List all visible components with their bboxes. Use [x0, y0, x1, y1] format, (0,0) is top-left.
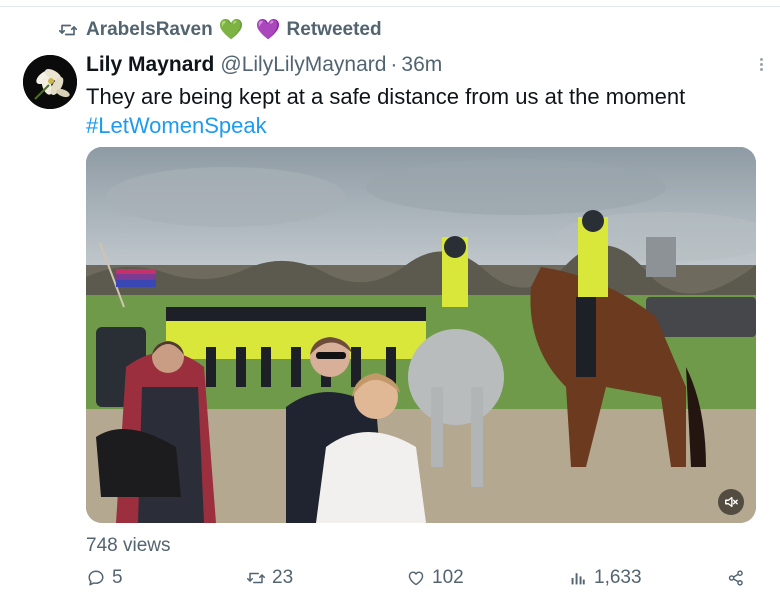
reply-button[interactable]: 5	[86, 566, 123, 590]
retweeted-label: Retweeted	[286, 19, 382, 40]
retweet-icon	[246, 568, 266, 588]
more-options-icon[interactable]	[752, 54, 770, 74]
tweet-video[interactable]	[86, 147, 756, 523]
heart-icon	[406, 568, 426, 588]
author-display-name[interactable]: Lily Maynard	[86, 53, 214, 77]
view-count: 748 views	[86, 535, 171, 556]
video-frame	[86, 147, 756, 523]
speaker-muted-icon[interactable]	[718, 489, 744, 515]
tweet-header: Lily Maynard @LilyLilyMaynard · 36m	[86, 50, 442, 80]
lily-flower-avatar	[23, 55, 77, 109]
reply-icon	[86, 568, 106, 588]
share-button[interactable]	[726, 566, 752, 590]
separator-dot: ·	[390, 53, 398, 76]
share-icon	[726, 568, 746, 588]
tweet-timestamp[interactable]: 36m	[401, 53, 442, 77]
analytics-icon	[568, 568, 588, 588]
view-analytics-count: 1,633	[594, 567, 642, 588]
like-button[interactable]: 102	[406, 566, 464, 590]
tweet-text: They are being kept at a safe distance f…	[86, 84, 686, 109]
author-avatar[interactable]	[23, 55, 77, 109]
retweeter-name[interactable]: ArabelsRaven	[86, 19, 213, 41]
hashtag-link[interactable]: #LetWomenSpeak	[86, 111, 267, 141]
like-count: 102	[432, 567, 464, 588]
reply-count: 5	[112, 567, 123, 588]
green-heart-emoji: 💚	[218, 19, 244, 41]
purple-heart-emoji: 💜	[255, 19, 281, 41]
retweet-icon	[58, 20, 78, 40]
action-bar: 5 23 102 1,633	[86, 566, 756, 590]
author-handle[interactable]: @LilyLilyMaynard	[220, 53, 386, 77]
retweet-count: 23	[272, 567, 294, 588]
views-button[interactable]: 1,633	[568, 566, 642, 590]
retweet-button[interactable]: 23	[246, 566, 293, 590]
top-divider	[0, 6, 780, 7]
retweet-context[interactable]: ArabelsRaven 💚 💜 Retweeted	[58, 16, 382, 44]
